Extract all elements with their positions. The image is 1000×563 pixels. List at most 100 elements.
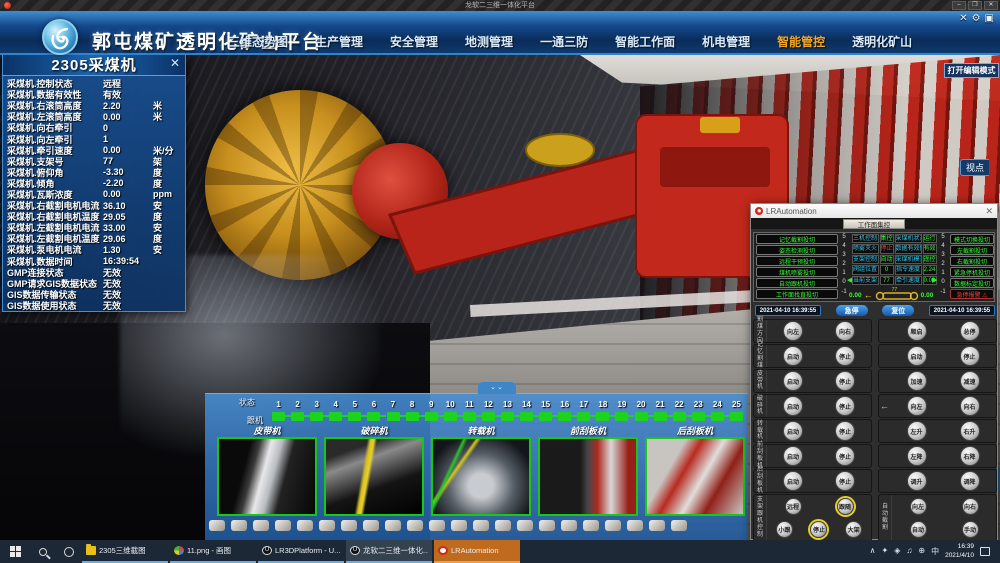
support-status-square[interactable] bbox=[635, 412, 648, 421]
support-status-square[interactable] bbox=[501, 412, 514, 421]
shield-icon[interactable]: ◈ bbox=[894, 546, 900, 557]
indicator-button[interactable]: 模式切换投切 bbox=[950, 234, 994, 244]
minimize-button[interactable]: – bbox=[952, 1, 966, 10]
collapse-chevron-icon[interactable]: ⌄⌄ bbox=[478, 382, 516, 394]
control-button[interactable]: 启动 bbox=[783, 421, 803, 441]
support-status-square[interactable] bbox=[463, 412, 476, 421]
control-button[interactable]: 右升 bbox=[960, 421, 980, 441]
network-icon[interactable]: ⊕ bbox=[918, 546, 925, 557]
reset-button[interactable]: 复位 bbox=[882, 305, 914, 316]
volume-icon[interactable]: ♫ bbox=[906, 546, 912, 557]
maximize-button[interactable]: ❐ bbox=[968, 1, 982, 10]
control-button[interactable]: 向右 bbox=[835, 321, 855, 341]
indicator-button[interactable]: 数据标定投切 bbox=[950, 278, 994, 288]
taskbar-app-item[interactable]: LRAutomation bbox=[434, 540, 520, 563]
panel-close-icon[interactable]: ✕ bbox=[170, 56, 180, 70]
control-button[interactable]: 停止 bbox=[960, 346, 980, 366]
control-button[interactable]: 向左 bbox=[910, 498, 927, 515]
taskbar-app-item[interactable]: 11.png - 画图 bbox=[170, 540, 256, 563]
control-button[interactable]: 左降 bbox=[907, 446, 927, 466]
ime-icon[interactable]: 中 bbox=[931, 546, 939, 557]
menu-item[interactable]: 地测管理 bbox=[465, 33, 513, 50]
mic-icon[interactable]: ✦ bbox=[882, 546, 889, 557]
control-button[interactable]: 大架 bbox=[845, 521, 862, 538]
indicator-button[interactable]: 右截割投切 bbox=[950, 256, 994, 266]
control-button[interactable]: 停止 bbox=[810, 521, 827, 538]
support-status-square[interactable] bbox=[310, 412, 323, 421]
support-status-square[interactable] bbox=[711, 412, 724, 421]
control-button[interactable]: 跟随 bbox=[837, 498, 854, 515]
start-button[interactable] bbox=[0, 540, 30, 563]
support-status-square[interactable] bbox=[577, 412, 590, 421]
camera-video[interactable] bbox=[645, 437, 745, 516]
control-button[interactable]: 启动 bbox=[783, 446, 803, 466]
camera-video[interactable] bbox=[538, 437, 638, 516]
support-status-square[interactable] bbox=[596, 412, 609, 421]
indicator-button[interactable]: 记忆截割投切 bbox=[756, 234, 838, 244]
open-edit-mode-button[interactable]: 打开编辑模式 bbox=[944, 63, 999, 78]
control-button[interactable]: 启动 bbox=[783, 346, 803, 366]
control-button[interactable]: 远程 bbox=[785, 498, 802, 515]
control-button[interactable]: 停止 bbox=[835, 421, 855, 441]
taskbar-clock[interactable]: 16:39 2021/4/10 bbox=[945, 543, 974, 560]
control-button[interactable]: 顺启 bbox=[907, 321, 927, 341]
menu-item[interactable]: 三维态势图 bbox=[228, 33, 288, 50]
support-status-square[interactable] bbox=[291, 412, 304, 421]
control-button[interactable]: 向左 bbox=[783, 321, 803, 341]
control-button[interactable]: 启动 bbox=[783, 396, 803, 416]
control-button[interactable]: 小跟 bbox=[776, 521, 793, 538]
taskbar-app-item[interactable]: 2305三维截图 bbox=[82, 540, 168, 563]
control-button[interactable]: 调降 bbox=[960, 471, 980, 491]
control-button[interactable]: 停止 bbox=[835, 396, 855, 416]
camera-video[interactable] bbox=[431, 437, 531, 516]
support-status-square[interactable] bbox=[406, 412, 419, 421]
tab-workface-control[interactable]: 工作面集控 bbox=[843, 219, 905, 229]
menu-item[interactable]: 透明化矿山 bbox=[852, 33, 912, 50]
camera-video[interactable] bbox=[217, 437, 317, 516]
control-button[interactable]: 加速 bbox=[907, 371, 927, 391]
support-status-square[interactable] bbox=[539, 412, 552, 421]
support-status-square[interactable] bbox=[654, 412, 667, 421]
control-button[interactable]: 调升 bbox=[907, 471, 927, 491]
camera-video[interactable] bbox=[324, 437, 424, 516]
support-status-square[interactable] bbox=[272, 412, 285, 421]
support-status-square[interactable] bbox=[425, 412, 438, 421]
control-button[interactable]: 停止 bbox=[835, 346, 855, 366]
close-button[interactable]: ✕ bbox=[984, 1, 998, 10]
taskbar-app-item[interactable]: 龙软二三维一体化... bbox=[346, 540, 432, 563]
support-status-square[interactable] bbox=[482, 412, 495, 421]
indicator-button[interactable]: 紧急停机投切 bbox=[950, 267, 994, 277]
support-status-square[interactable] bbox=[673, 412, 686, 421]
tools-icon[interactable]: ✕ bbox=[959, 13, 967, 24]
support-status-square[interactable] bbox=[615, 412, 628, 421]
control-button[interactable]: 启动 bbox=[783, 471, 803, 491]
control-button[interactable]: 启动 bbox=[907, 346, 927, 366]
menu-item[interactable]: 安全管理 bbox=[390, 33, 438, 50]
indicator-button[interactable]: 远程干预投切 bbox=[756, 256, 838, 266]
window-icon[interactable]: ▣ bbox=[985, 13, 994, 24]
control-button[interactable]: 左升 bbox=[907, 421, 927, 441]
support-status-square[interactable] bbox=[692, 412, 705, 421]
taskbar-search-button[interactable] bbox=[30, 540, 56, 563]
control-button[interactable]: 停止 bbox=[835, 471, 855, 491]
control-button[interactable]: 启动 bbox=[783, 371, 803, 391]
control-button[interactable]: 向右 bbox=[962, 498, 979, 515]
support-status-square[interactable] bbox=[444, 412, 457, 421]
indicator-button[interactable]: 左截割投切 bbox=[950, 245, 994, 255]
taskbar-app-item[interactable]: LR3DPlatform - U... bbox=[258, 540, 344, 563]
support-status-square[interactable] bbox=[348, 412, 361, 421]
indicator-button[interactable]: 工作面找直投切 bbox=[756, 289, 838, 299]
settings-icon[interactable]: ⚙ bbox=[972, 13, 981, 24]
estop-button[interactable]: 急停 bbox=[836, 305, 868, 316]
support-status-square[interactable] bbox=[329, 412, 342, 421]
menu-item[interactable]: 智能工作面 bbox=[615, 33, 675, 50]
support-status-square[interactable] bbox=[387, 412, 400, 421]
support-status-square[interactable] bbox=[730, 412, 743, 421]
control-button[interactable]: 右降 bbox=[960, 446, 980, 466]
control-button[interactable]: 停止 bbox=[835, 446, 855, 466]
control-button[interactable]: 手动 bbox=[962, 521, 979, 538]
control-button[interactable]: 停止 bbox=[835, 371, 855, 391]
indicator-button[interactable]: 急停报警 ⚠ bbox=[950, 289, 994, 299]
control-button[interactable]: 自动 bbox=[910, 521, 927, 538]
menu-item[interactable]: 一通三防 bbox=[540, 33, 588, 50]
